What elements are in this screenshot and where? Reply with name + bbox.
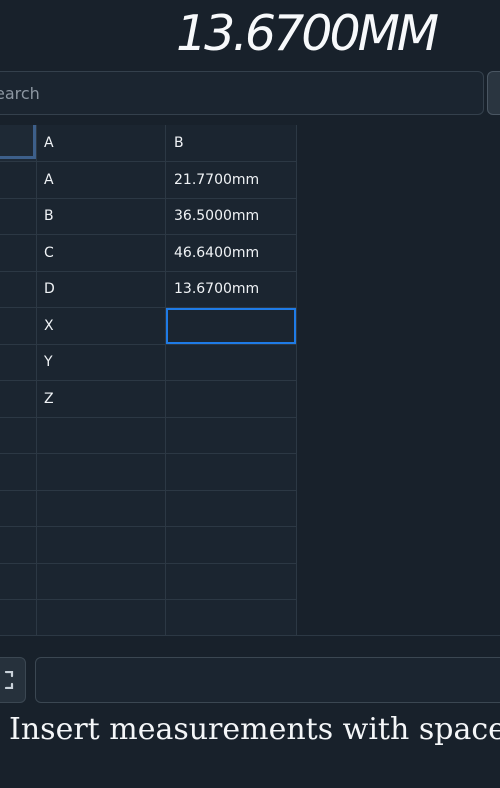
row-label-cell[interactable]: C [44, 235, 54, 271]
row-label-cell[interactable]: Z [44, 381, 54, 417]
spacebar-hint: Insert measurements with spaceb [9, 712, 500, 747]
measurement-input[interactable] [35, 657, 500, 703]
search-side-button[interactable] [487, 71, 500, 115]
bracket-icon [4, 671, 14, 689]
row-label-cell[interactable]: X [44, 308, 54, 344]
row-label-cell[interactable]: A [44, 162, 54, 198]
search-input[interactable] [0, 72, 483, 114]
toggle-button[interactable] [0, 657, 26, 703]
measurement-cell[interactable]: 36.5000mm [174, 198, 259, 234]
select-all-corner-icon [0, 125, 36, 159]
measurement-readout: 13.6700MM [176, 5, 439, 62]
measurement-cell[interactable]: 21.7700mm [174, 162, 259, 198]
grid-line [36, 125, 37, 635]
grid-line [0, 563, 296, 564]
selected-measurement-cell[interactable] [166, 308, 296, 344]
row-label-cell[interactable]: Y [44, 344, 53, 380]
grid-line [0, 417, 296, 418]
row-label-cell[interactable]: B [44, 198, 54, 234]
column-header-b[interactable]: B [174, 125, 184, 161]
grid-line [165, 125, 166, 635]
column-header-a[interactable]: A [44, 125, 54, 161]
measurement-cell[interactable]: 46.6400mm [174, 235, 259, 271]
footer-divider [0, 635, 500, 636]
grid-line [0, 490, 296, 491]
measurement-cell[interactable]: 13.6700mm [174, 271, 259, 307]
grid-line [0, 526, 296, 527]
grid-line [0, 453, 296, 454]
table-corner-cell[interactable] [0, 125, 37, 162]
grid-line [0, 599, 296, 600]
row-label-cell[interactable]: D [44, 271, 55, 307]
search-box[interactable] [0, 71, 484, 115]
